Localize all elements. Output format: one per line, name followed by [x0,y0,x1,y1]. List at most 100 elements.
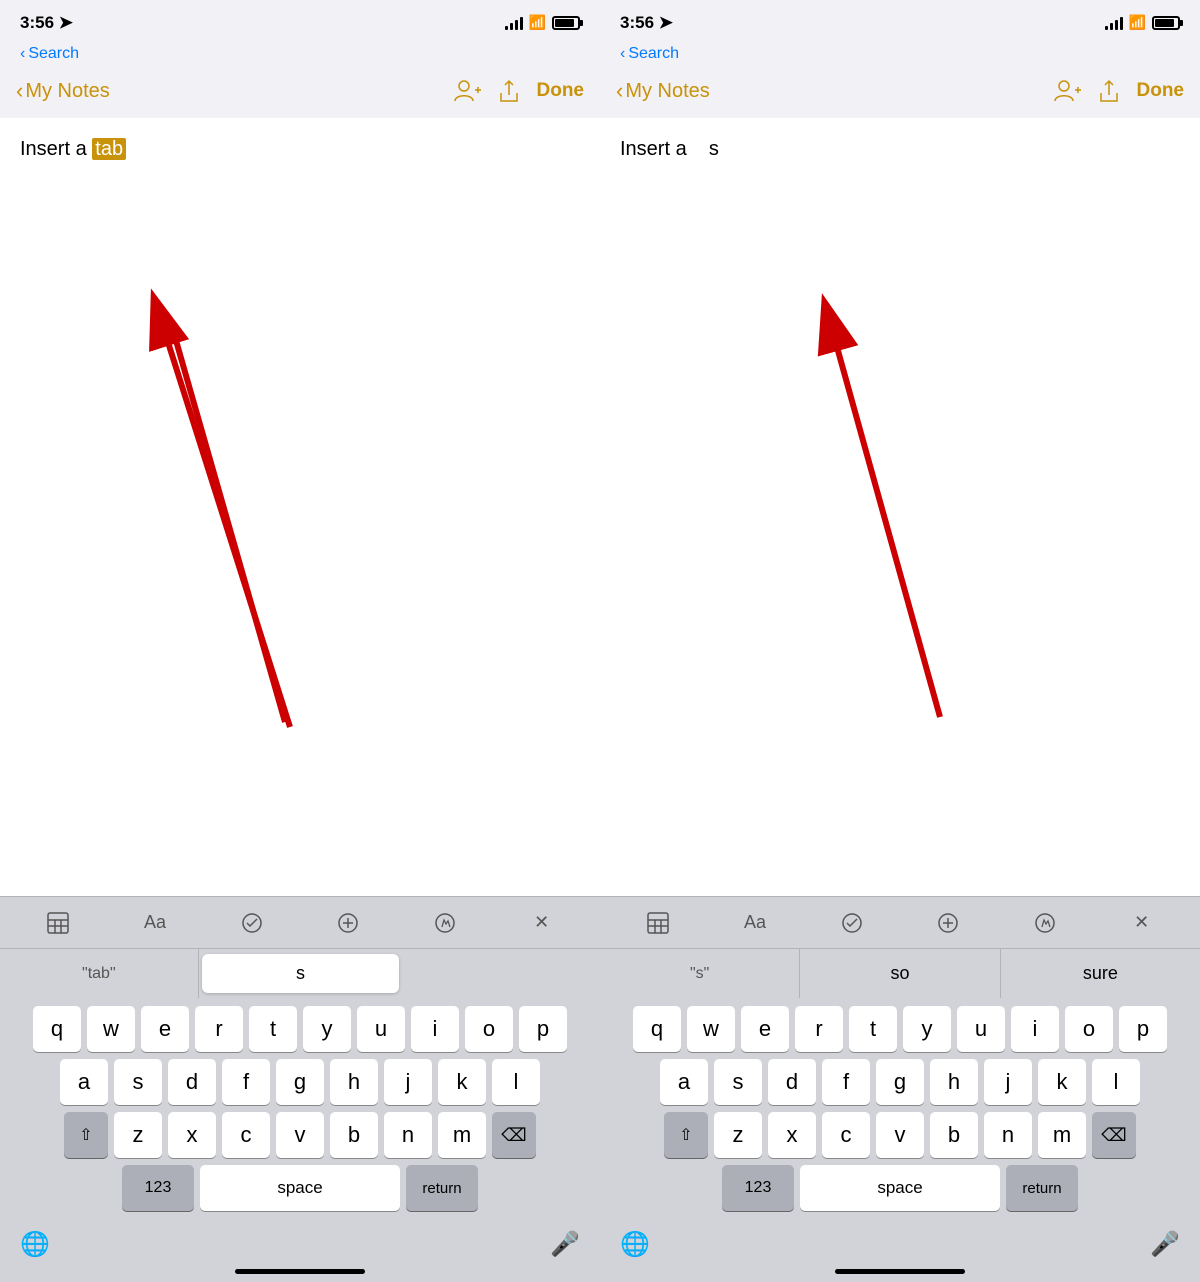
note-content-right[interactable]: Insert a s [600,118,1200,896]
key-n-right[interactable]: n [984,1112,1032,1158]
key-e-right[interactable]: e [741,1006,789,1052]
pred-item-s[interactable]: s [202,954,400,993]
key-z-left[interactable]: z [114,1112,162,1158]
key-f-left[interactable]: f [222,1059,270,1105]
key-o-right[interactable]: o [1065,1006,1113,1052]
key-u-left[interactable]: u [357,1006,405,1052]
key-j-left[interactable]: j [384,1059,432,1105]
markup-icon-right[interactable] [1023,901,1067,945]
key-k-right[interactable]: k [1038,1059,1086,1105]
nav-actions-right: Done [1051,76,1185,106]
add-person-icon-right[interactable] [1051,76,1081,106]
globe-icon-right[interactable]: 🌐 [620,1230,650,1259]
key-h-right[interactable]: h [930,1059,978,1105]
key-x-right[interactable]: x [768,1112,816,1158]
key-return-right[interactable]: return [1006,1165,1078,1211]
format-icon-right[interactable]: Aa [733,901,777,945]
key-i-left[interactable]: i [411,1006,459,1052]
search-back-left[interactable]: ‹ Search [20,45,79,63]
key-j-right[interactable]: j [984,1059,1032,1105]
key-g-right[interactable]: g [876,1059,924,1105]
key-space-left[interactable]: space [200,1165,400,1211]
close-icon-right[interactable]: ✕ [1120,901,1164,945]
key-k-left[interactable]: k [438,1059,486,1105]
key-o-left[interactable]: o [465,1006,513,1052]
key-z-right[interactable]: z [714,1112,762,1158]
done-button-right[interactable]: Done [1137,80,1185,102]
checklist-icon-right[interactable] [830,901,874,945]
key-v-left[interactable]: v [276,1112,324,1158]
share-icon-left[interactable] [497,79,521,103]
key-l-right[interactable]: l [1092,1059,1140,1105]
key-h-left[interactable]: h [330,1059,378,1105]
delete-key-right[interactable]: ⌫ [1092,1112,1136,1158]
key-m-right[interactable]: m [1038,1112,1086,1158]
key-123-left[interactable]: 123 [122,1165,194,1211]
checklist-icon-left[interactable] [230,901,274,945]
format-icon-left[interactable]: Aa [133,901,177,945]
note-content-left[interactable]: Insert a tab [0,118,600,896]
key-return-left[interactable]: return [406,1165,478,1211]
key-c-right[interactable]: c [822,1112,870,1158]
key-space-right[interactable]: space [800,1165,1000,1211]
key-a-right[interactable]: a [660,1059,708,1105]
key-u-right[interactable]: u [957,1006,1005,1052]
key-d-left[interactable]: d [168,1059,216,1105]
key-a-left[interactable]: a [60,1059,108,1105]
table-icon-left[interactable] [36,901,80,945]
key-q-right[interactable]: q [633,1006,681,1052]
key-l-left[interactable]: l [492,1059,540,1105]
key-x-left[interactable]: x [168,1112,216,1158]
share-icon-right[interactable] [1097,79,1121,103]
key-g-left[interactable]: g [276,1059,324,1105]
key-d-right[interactable]: d [768,1059,816,1105]
key-p-left[interactable]: p [519,1006,567,1052]
key-q-left[interactable]: q [33,1006,81,1052]
search-bar-right: ‹ Search [600,40,1200,68]
key-i-right[interactable]: i [1011,1006,1059,1052]
key-s-left[interactable]: s [114,1059,162,1105]
key-p-right[interactable]: p [1119,1006,1167,1052]
add-icon-right[interactable] [926,901,970,945]
key-y-left[interactable]: y [303,1006,351,1052]
key-s-right[interactable]: s [714,1059,762,1105]
key-b-left[interactable]: b [330,1112,378,1158]
shift-key-left[interactable]: ⇧ [64,1112,108,1158]
add-person-icon-left[interactable] [451,76,481,106]
add-icon-left[interactable] [326,901,370,945]
time-right: 3:56 ➤ [620,13,673,33]
pred-item-so[interactable]: so [800,949,1000,998]
back-button-left[interactable]: ‹ My Notes [16,78,451,104]
key-w-right[interactable]: w [687,1006,735,1052]
key-e-left[interactable]: e [141,1006,189,1052]
done-button-left[interactable]: Done [537,80,585,102]
key-123-right[interactable]: 123 [722,1165,794,1211]
markup-icon-left[interactable] [423,901,467,945]
table-icon-right[interactable] [636,901,680,945]
search-back-right[interactable]: ‹ Search [620,45,679,63]
key-m-left[interactable]: m [438,1112,486,1158]
key-c-left[interactable]: c [222,1112,270,1158]
mic-icon-right[interactable]: 🎤 [1150,1230,1180,1259]
key-t-left[interactable]: t [249,1006,297,1052]
back-button-right[interactable]: ‹ My Notes [616,78,1051,104]
pred-item-sure[interactable]: sure [1001,949,1200,998]
key-b-right[interactable]: b [930,1112,978,1158]
key-n-left[interactable]: n [384,1112,432,1158]
key-w-left[interactable]: w [87,1006,135,1052]
delete-key-left[interactable]: ⌫ [492,1112,536,1158]
key-t-right[interactable]: t [849,1006,897,1052]
key-y-right[interactable]: y [903,1006,951,1052]
mic-icon-left[interactable]: 🎤 [550,1230,580,1259]
key-row-1-right: q w e r t y u i o p [603,1006,1197,1052]
pred-item-s-quote[interactable]: "s" [600,949,800,998]
pred-item-empty[interactable] [402,949,600,998]
globe-icon-left[interactable]: 🌐 [20,1230,50,1259]
key-r-left[interactable]: r [195,1006,243,1052]
shift-key-right[interactable]: ⇧ [664,1112,708,1158]
key-f-right[interactable]: f [822,1059,870,1105]
pred-item-tab[interactable]: "tab" [0,949,199,998]
key-r-right[interactable]: r [795,1006,843,1052]
key-v-right[interactable]: v [876,1112,924,1158]
close-icon-left[interactable]: ✕ [520,901,564,945]
